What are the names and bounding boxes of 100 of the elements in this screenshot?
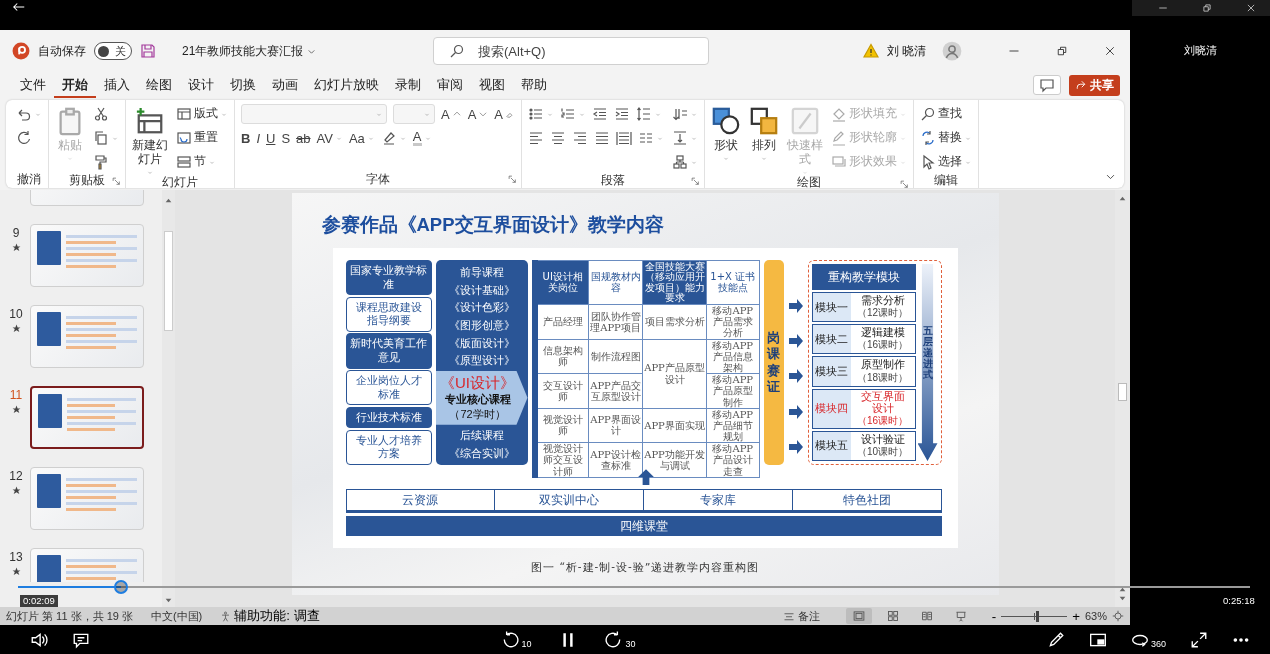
change-case-button[interactable]: Aa <box>348 128 375 148</box>
strikethrough-button[interactable]: ab <box>296 128 311 148</box>
dialog-launcher-icon[interactable] <box>900 179 909 189</box>
section-button[interactable]: 节 <box>176 152 228 172</box>
volume-icon[interactable] <box>30 630 48 649</box>
share-button[interactable]: 共享 <box>1069 74 1120 96</box>
dialog-launcher-icon[interactable] <box>112 177 121 186</box>
menu-tab[interactable]: 录制 <box>387 72 429 98</box>
scrollbar-thumb[interactable] <box>1118 383 1127 401</box>
grow-font-button[interactable]: A <box>441 104 462 124</box>
fullscreen-icon[interactable] <box>1190 630 1208 649</box>
shadow-button[interactable]: S <box>281 128 291 148</box>
menu-tab[interactable]: 视图 <box>471 72 513 98</box>
justify-icon[interactable] <box>594 130 610 146</box>
autosave-toggle[interactable]: 关 <box>94 42 132 60</box>
arrange-button[interactable]: 排列 <box>749 104 779 161</box>
menu-tab[interactable]: 插入 <box>96 72 138 98</box>
menu-tab[interactable]: 审阅 <box>429 72 471 98</box>
zoom-in-button[interactable]: + <box>1072 608 1080 624</box>
normal-view-button[interactable] <box>845 608 872 624</box>
align-left-icon[interactable] <box>528 130 544 146</box>
search-field[interactable]: 搜索(Alt+Q) <box>433 37 709 65</box>
group-label: 幻灯片 <box>162 174 198 190</box>
underline-button[interactable]: U <box>266 128 276 148</box>
accessibility-button[interactable]: 辅助功能: 调查 <box>220 607 320 625</box>
forward-button[interactable]: 30 <box>605 630 636 649</box>
module-name: 交互界面设计 <box>859 389 906 414</box>
notes-button[interactable]: 备注 <box>782 608 820 624</box>
font-color-button[interactable]: A <box>412 128 432 148</box>
shapes-button[interactable]: 形状 <box>711 104 741 161</box>
menu-tab[interactable]: 开始 <box>54 72 96 98</box>
group-label: 段落 <box>601 172 625 188</box>
zoom-out-button[interactable]: - <box>991 608 997 624</box>
bullet-list-icon[interactable] <box>528 106 544 122</box>
progress-thumb[interactable] <box>114 580 129 594</box>
slideshow-icon <box>954 610 967 622</box>
spacing-button[interactable]: AV <box>316 128 343 148</box>
align-center-icon[interactable] <box>550 130 566 146</box>
scrollbar-thumb[interactable] <box>164 230 173 331</box>
text-direction-icon[interactable] <box>672 106 688 122</box>
new-slide-button[interactable]: 新建幻灯片 <box>132 104 168 175</box>
course-heading: 后续课程 <box>459 428 504 443</box>
slide-number: 11 <box>9 388 23 402</box>
restore-icon[interactable] <box>1056 45 1068 57</box>
rewind-button[interactable]: 10 <box>501 630 532 649</box>
zoom-thumb[interactable] <box>1036 610 1040 622</box>
table-cell: 移动APP产品设计走查 <box>706 442 759 478</box>
numbered-list-icon[interactable] <box>560 106 576 122</box>
total-time: 0:25:18 <box>1220 595 1258 607</box>
redo-icon[interactable] <box>16 130 32 146</box>
layout-button[interactable]: 版式 <box>176 104 228 124</box>
up-arrow-icon <box>636 468 655 486</box>
menu-tab[interactable]: 切换 <box>222 72 264 98</box>
back-arrow-icon[interactable] <box>12 0 26 14</box>
distribute-icon[interactable] <box>616 130 632 146</box>
menu-tab[interactable]: 绘图 <box>138 72 180 98</box>
dialog-launcher-icon[interactable] <box>691 177 700 186</box>
module-label: 模块四 <box>812 389 851 428</box>
table-cell: APP界面实现 <box>642 408 707 443</box>
menu-tab[interactable]: 幻灯片放映 <box>306 72 387 98</box>
menu-tab[interactable]: 帮助 <box>513 72 555 98</box>
dialog-launcher-icon[interactable] <box>508 175 517 184</box>
scroll-down-icon <box>164 596 173 605</box>
copy-icon[interactable] <box>93 130 109 146</box>
close-icon[interactable] <box>1104 45 1116 57</box>
reading-view-icon <box>920 610 933 622</box>
smartart-icon[interactable] <box>672 154 688 170</box>
pen-icon[interactable] <box>1046 630 1065 649</box>
course-name: 《设计色彩》 <box>448 300 515 315</box>
fit-slide-icon[interactable] <box>1112 610 1124 622</box>
standard-box: 企业岗位人才标准 <box>345 370 432 406</box>
line-spacing-icon[interactable] <box>636 106 652 122</box>
menu-tab[interactable]: 设计 <box>180 72 222 98</box>
italic-button[interactable]: I <box>256 128 260 148</box>
scissors-icon[interactable] <box>93 106 109 122</box>
reset-button[interactable]: 重置 <box>176 128 228 148</box>
scrollbar[interactable] <box>1115 190 1130 607</box>
rotate-360-button[interactable]: 360 <box>1130 630 1166 649</box>
clear-format-button[interactable]: A <box>494 104 515 124</box>
font-name-field[interactable] <box>241 104 387 124</box>
font-size-field[interactable] <box>393 104 435 124</box>
bold-button[interactable]: B <box>241 128 251 148</box>
scrollbar[interactable] <box>162 190 175 607</box>
slide-number: 12 <box>9 469 23 483</box>
comment-button[interactable] <box>1033 75 1061 95</box>
pointer-button[interactable]: 选择 <box>920 152 972 172</box>
replace-button[interactable]: 替换 <box>920 128 972 148</box>
menu-tab[interactable]: 动画 <box>264 72 306 98</box>
search-button[interactable]: 查找 <box>920 104 972 124</box>
menu-tab[interactable]: 文件 <box>12 72 54 98</box>
save-icon[interactable] <box>140 43 156 59</box>
brush-icon[interactable] <box>93 154 109 170</box>
shrink-font-button[interactable]: A <box>467 104 489 124</box>
indent-icon[interactable] <box>614 106 630 122</box>
avatar-icon[interactable] <box>942 41 962 61</box>
outdent-icon[interactable] <box>592 106 608 122</box>
slide-thumbnail[interactable] <box>30 386 144 449</box>
align-text-icon[interactable] <box>672 130 688 146</box>
document-title[interactable]: 21年教师技能大赛汇报 <box>182 42 317 60</box>
align-right-icon[interactable] <box>572 130 588 146</box>
